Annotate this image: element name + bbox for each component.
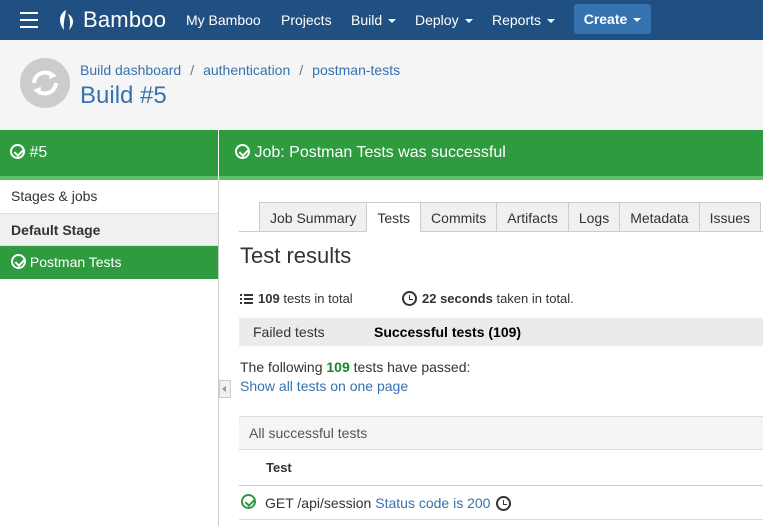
chevron-down-icon [633,18,642,23]
duration-label: taken in total. [496,291,574,306]
tab-artifacts[interactable]: Artifacts [496,202,568,232]
job-status-text: Job: Postman Tests was successful [254,144,506,161]
tab-tests[interactable]: Tests [366,202,421,232]
breadcrumb-build-dashboard[interactable]: Build dashboard [80,62,181,78]
build-number: #5 [29,144,48,161]
app-name: Bamboo [83,7,167,32]
job-status-bar: Job: Postman Tests was successful [219,130,763,180]
clock-icon [402,291,417,306]
breadcrumb-postman-tests[interactable]: postman-tests [312,62,400,78]
tab-logs[interactable]: Logs [567,202,620,232]
successful-tests-section-header: All successful tests [239,416,763,450]
collapse-arrow-icon[interactable] [219,380,231,398]
build-number-status: #5 [10,144,47,162]
nav-build[interactable]: Build [351,0,397,40]
top-navigation-bar: Bamboo My Bamboo Projects Build Deploy R… [0,0,763,40]
test-name: GET /api/session Status code is 200 [265,495,516,511]
total-tests-count: 109 [258,291,280,306]
check-circle-icon [11,254,26,269]
results-heading: Test results [240,243,352,268]
tab-commits[interactable]: Commits [420,202,497,232]
job-status: Job: Postman Tests was successful [235,144,506,162]
create-label: Create [583,11,628,27]
sidebar: Stages & jobs Default Stage Postman Test… [0,180,219,526]
sidebar-item-stages-jobs[interactable]: Stages & jobs [0,180,218,213]
active-tab-gap [367,231,420,232]
passed-suffix: tests have passed: [353,359,471,375]
passed-summary: The following 109 tests have passed: [240,359,470,375]
chevron-down-icon [547,19,556,24]
breadcrumb-separator: / [190,62,195,78]
check-circle-icon [241,494,256,509]
create-button[interactable]: Create [574,4,651,34]
table-row: GET /api/session Status code is 200 [239,486,763,520]
nav-my-bamboo[interactable]: My Bamboo [186,0,261,40]
duration-stat: 22 seconds taken in total. [402,291,574,306]
test-filter-bar: Failed tests Successful tests (109) [239,318,763,346]
tab-metadata[interactable]: Metadata [619,202,699,232]
clock-icon [496,496,512,511]
tabs-divider [239,231,763,232]
tab-job-summary[interactable]: Job Summary [259,202,367,232]
test-detail-link[interactable]: Status code is 200 [375,495,490,511]
sidebar-item-postman-tests[interactable]: Postman Tests [0,246,218,279]
duration-value: 22 seconds [422,291,493,306]
list-icon [240,294,253,304]
nav-reports[interactable]: Reports [492,0,556,40]
nav-reports-label: Reports [492,12,542,28]
check-circle-icon [235,144,250,159]
page-title: Build #5 [80,82,167,109]
passed-count: 109 [326,359,350,375]
build-status-avatar [20,58,70,108]
sidebar-job-label: Postman Tests [29,254,122,270]
chevron-down-icon [464,19,473,24]
tab-issues[interactable]: Issues [698,202,762,232]
nav-deploy-label: Deploy [415,12,459,28]
total-tests-stat: 109 tests in total [240,291,353,306]
bamboo-logo[interactable]: Bamboo [55,6,166,34]
breadcrumb: Build dashboard / authentication / postman-t… [80,62,400,78]
filter-failed-tests[interactable]: Failed tests [253,318,325,346]
nav-projects[interactable]: Projects [281,0,332,40]
total-tests-label: tests in total [283,291,353,306]
bamboo-logo-icon [60,10,74,30]
nav-deploy[interactable]: Deploy [415,0,473,40]
breadcrumb-authentication[interactable]: authentication [203,62,290,78]
filter-successful-tests[interactable]: Successful tests (109) [374,318,521,346]
column-test: Test [266,460,292,475]
nav-build-label: Build [351,12,383,28]
job-tabs: Job Summary Tests Commits Artifacts Logs… [259,202,762,232]
menu-icon[interactable] [20,12,38,28]
build-number-bar: #5 [0,130,218,180]
test-endpoint: GET /api/session [265,495,372,511]
check-circle-icon [10,144,25,159]
table-header: Test [239,450,763,486]
sidebar-stage-header: Default Stage [0,213,218,246]
breadcrumb-separator: / [299,62,304,78]
passed-prefix: The following [240,359,323,375]
show-all-tests-link[interactable]: Show all tests on one page [240,378,408,394]
refresh-icon [32,70,58,96]
chevron-down-icon [388,19,397,24]
